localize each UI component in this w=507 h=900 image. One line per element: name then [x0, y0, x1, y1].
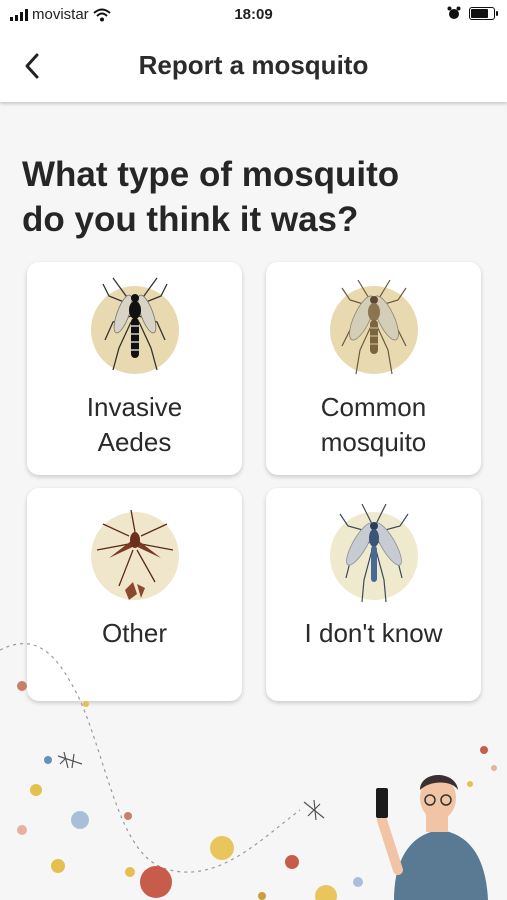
option-invasive-aedes[interactable]: Invasive Aedes [27, 262, 242, 475]
option-label-line-1: Common [320, 392, 427, 422]
unknown-mosquito-icon [339, 503, 409, 603]
page-title: Report a mosquito [138, 50, 369, 80]
common-mosquito-icon [341, 279, 407, 375]
battery-icon [469, 6, 498, 20]
status-right [447, 6, 498, 20]
question-heading: What type of mosquito do you think it wa… [22, 152, 492, 242]
decorative-illustration [0, 643, 497, 900]
question-line-2: do you think it was? [22, 200, 359, 239]
status-bar: movistar 18:09 [0, 0, 507, 30]
status-time: 18:09 [234, 6, 273, 23]
option-common-mosquito[interactable]: Common mosquito [266, 262, 481, 475]
option-label-line-2: Aedes [97, 427, 172, 457]
small-mosquito-icon-2 [303, 799, 325, 821]
option-label-line-1: Invasive [86, 392, 183, 422]
battery-fill [471, 8, 488, 18]
app-header: Report a mosquito [0, 30, 507, 102]
option-label-line-2: mosquito [320, 427, 427, 457]
other-mosquito-icon [96, 509, 174, 600]
person-illustration [376, 775, 488, 900]
option-label: Invasive Aedes [27, 390, 242, 460]
alarm-icon [447, 6, 461, 19]
small-mosquito-icon [57, 751, 83, 769]
option-label: Common mosquito [266, 390, 481, 460]
question-line-1: What type of mosquito [22, 155, 400, 194]
tiger-mosquito-icon [102, 277, 168, 371]
